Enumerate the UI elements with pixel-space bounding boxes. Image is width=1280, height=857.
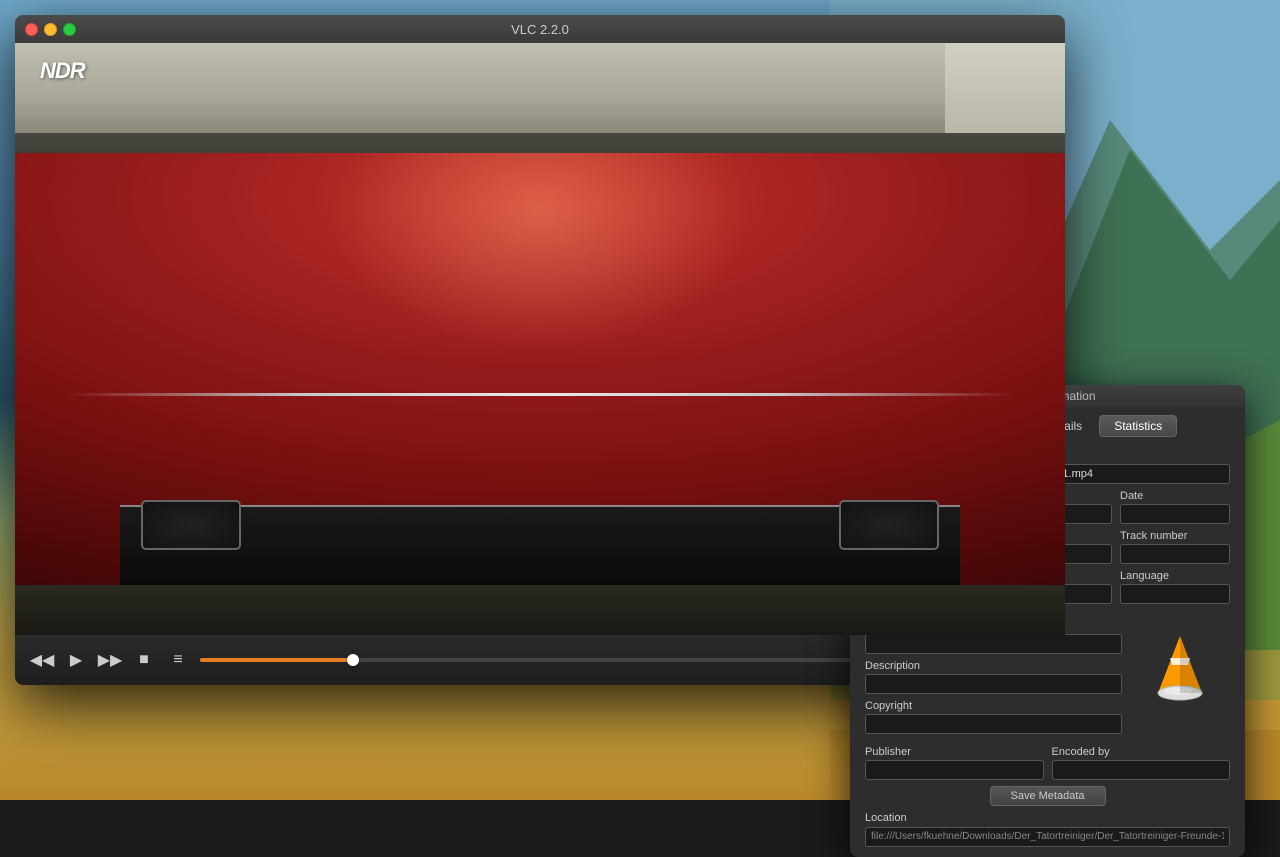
dialog-middle-section: Now Playing Description Copyright	[850, 620, 1245, 740]
tab-statistics[interactable]: Statistics	[1099, 415, 1177, 437]
video-area: NDR	[15, 43, 1065, 635]
traffic-lights	[25, 23, 76, 36]
play-button[interactable]: ▶	[64, 648, 88, 672]
ndr-logo: NDR	[40, 58, 85, 84]
playlist-button[interactable]: ≡	[166, 648, 190, 672]
save-metadata-container: Save Metadata	[850, 786, 1245, 806]
location-label: Location	[865, 812, 1230, 824]
track-number-label: Track number	[1120, 530, 1230, 542]
vlc-icon-container	[1130, 620, 1230, 715]
copyright-input[interactable]	[865, 714, 1122, 734]
middle-fields: Now Playing Description Copyright	[865, 620, 1122, 740]
language-field-group: Language	[1120, 570, 1230, 604]
track-number-input[interactable]	[1120, 544, 1230, 564]
maximize-button[interactable]	[63, 23, 76, 36]
location-input[interactable]	[865, 827, 1230, 847]
stop-button[interactable]: ■	[132, 648, 156, 672]
location-section: Location	[850, 812, 1245, 857]
vlc-window: VLC 2.2.0 NDR ◀◀ ▶ ▶▶ ■	[15, 15, 1065, 685]
rewind-button[interactable]: ◀◀	[30, 648, 54, 672]
description-label: Description	[865, 660, 1122, 672]
close-button[interactable]	[25, 23, 38, 36]
progress-knob[interactable]	[347, 654, 359, 666]
window-title: VLC 2.2.0	[511, 22, 569, 37]
encoded-by-field-group: Encoded by	[1052, 746, 1231, 780]
copyright-label: Copyright	[865, 700, 1122, 712]
description-field-group: Description	[865, 660, 1122, 694]
now-playing-input[interactable]	[865, 634, 1122, 654]
publisher-label: Publisher	[865, 746, 1044, 758]
language-label: Language	[1120, 570, 1230, 582]
date-input[interactable]	[1120, 504, 1230, 524]
encoded-by-label: Encoded by	[1052, 746, 1231, 758]
publisher-encoded-row: Publisher Encoded by	[850, 746, 1245, 780]
language-input[interactable]	[1120, 584, 1230, 604]
minimize-button[interactable]	[44, 23, 57, 36]
description-input[interactable]	[865, 674, 1122, 694]
vlc-titlebar: VLC 2.2.0	[15, 15, 1065, 43]
publisher-input[interactable]	[865, 760, 1044, 780]
publisher-field-group: Publisher	[865, 746, 1044, 780]
fast-forward-button[interactable]: ▶▶	[98, 648, 122, 672]
save-metadata-button[interactable]: Save Metadata	[990, 786, 1106, 806]
encoded-by-input[interactable]	[1052, 760, 1231, 780]
date-label: Date	[1120, 490, 1230, 502]
track-number-field-group: Track number	[1120, 530, 1230, 564]
copyright-field-group: Copyright	[865, 700, 1122, 734]
progress-fill	[200, 658, 353, 662]
date-field-group: Date	[1120, 490, 1230, 524]
vlc-cone-icon	[1140, 628, 1220, 708]
